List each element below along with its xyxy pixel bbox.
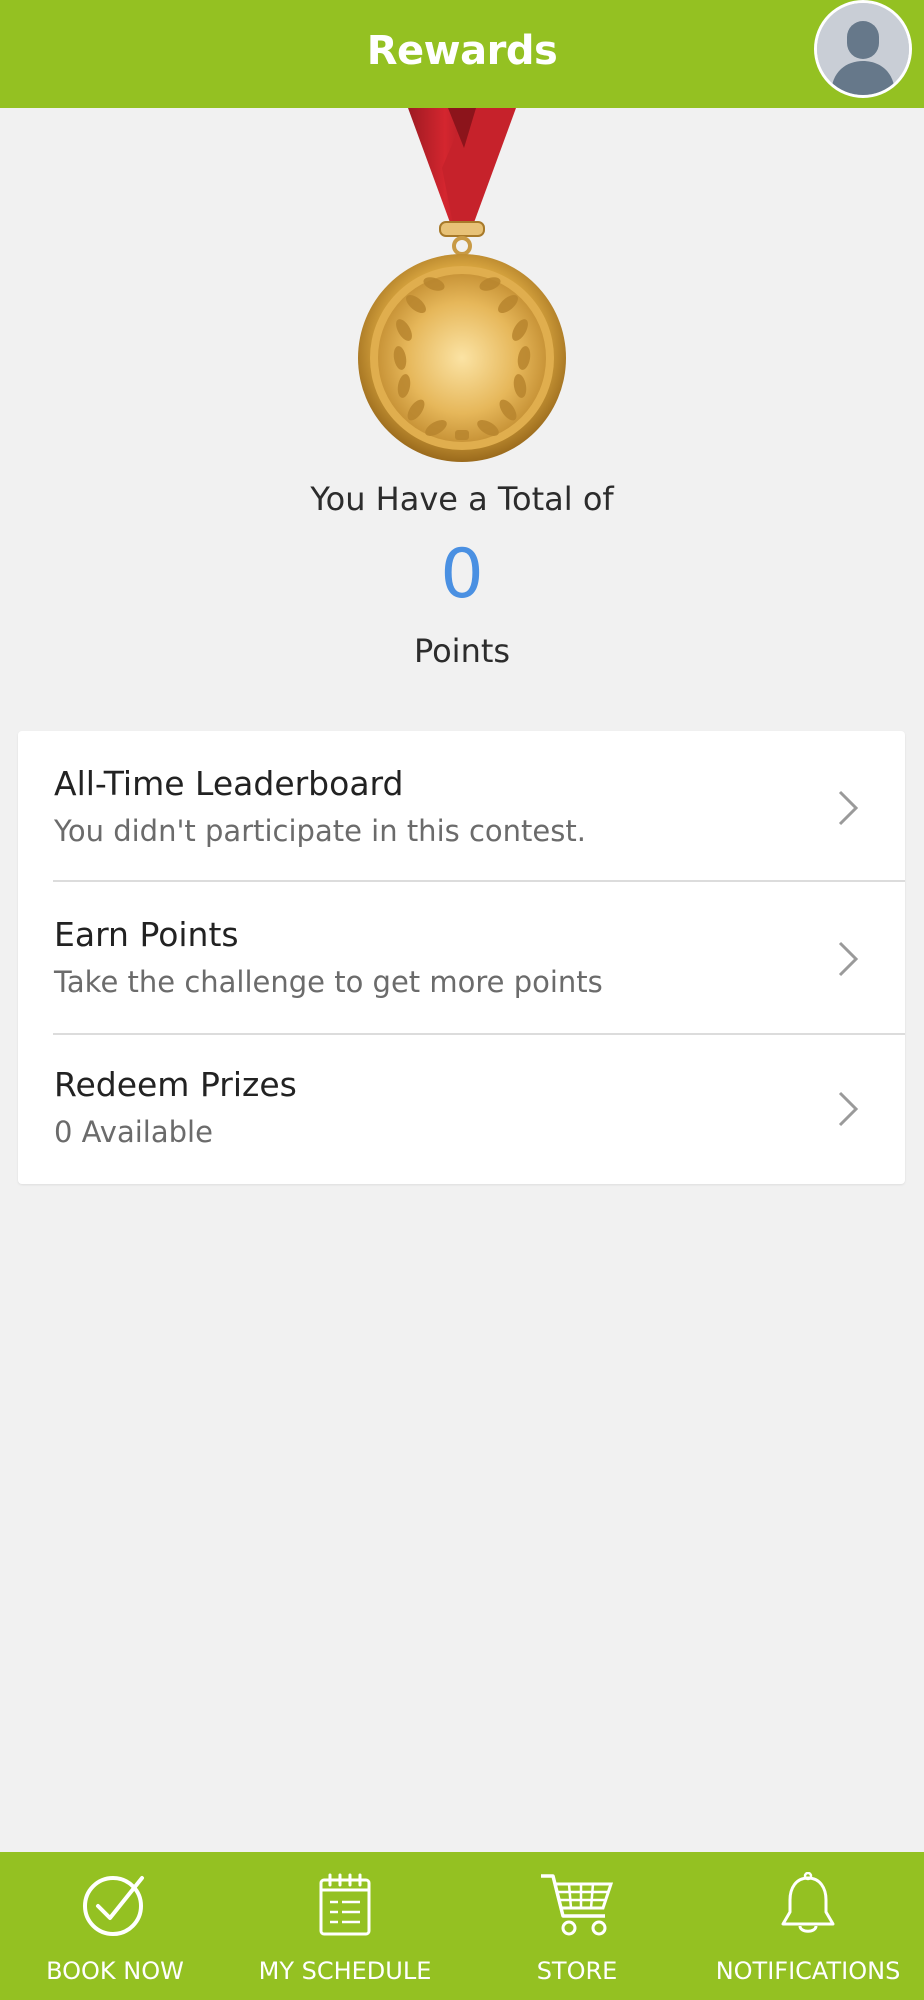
points-value: 0: [440, 535, 484, 614]
redeem-prizes-subtitle: 0 Available: [54, 1115, 213, 1149]
redeem-prizes-row[interactable]: Redeem Prizes 0 Available: [18, 1035, 905, 1185]
nav-my-schedule[interactable]: MY SCHEDULE: [230, 1852, 460, 2000]
header-bar: Rewards: [0, 0, 924, 108]
earn-points-subtitle: Take the challenge to get more points: [54, 965, 603, 999]
points-unit-label: Points: [413, 632, 511, 670]
user-avatar-icon[interactable]: [814, 0, 912, 98]
chevron-right-icon: [838, 941, 859, 977]
calendar-icon: [319, 1873, 371, 1936]
nav-notifications[interactable]: NOTIFICATIONS: [692, 1852, 924, 2000]
chevron-right-icon: [838, 790, 859, 826]
bottom-navigation: BOOK NOW MY SCHEDULE STORE NOTIFICATIONS: [0, 1852, 924, 2000]
chevron-right-icon: [838, 1091, 859, 1127]
leaderboard-row[interactable]: All-Time Leaderboard You didn't particip…: [18, 731, 905, 881]
check-circle-icon: [83, 1876, 144, 1936]
rewards-menu-card: All-Time Leaderboard You didn't particip…: [18, 731, 905, 1184]
earn-points-row[interactable]: Earn Points Take the challenge to get mo…: [18, 882, 905, 1032]
gold-medal-icon: [352, 108, 572, 466]
redeem-prizes-title: Redeem Prizes: [54, 1065, 297, 1104]
page-title: Rewards: [366, 28, 558, 74]
nav-notifications-label: NOTIFICATIONS: [715, 1957, 901, 1985]
nav-book-now[interactable]: BOOK NOW: [0, 1852, 230, 2000]
earn-points-title: Earn Points: [54, 915, 239, 954]
points-total-label: You Have a Total of: [310, 480, 614, 518]
nav-book-now-label: BOOK NOW: [46, 1957, 184, 1985]
leaderboard-subtitle: You didn't participate in this contest.: [54, 814, 586, 848]
leaderboard-title: All-Time Leaderboard: [54, 764, 404, 803]
bell-icon: [781, 1872, 835, 1933]
cart-icon: [541, 1874, 614, 1936]
nav-store[interactable]: STORE: [462, 1852, 692, 2000]
nav-my-schedule-label: MY SCHEDULE: [258, 1957, 432, 1985]
nav-store-label: STORE: [536, 1957, 618, 1985]
